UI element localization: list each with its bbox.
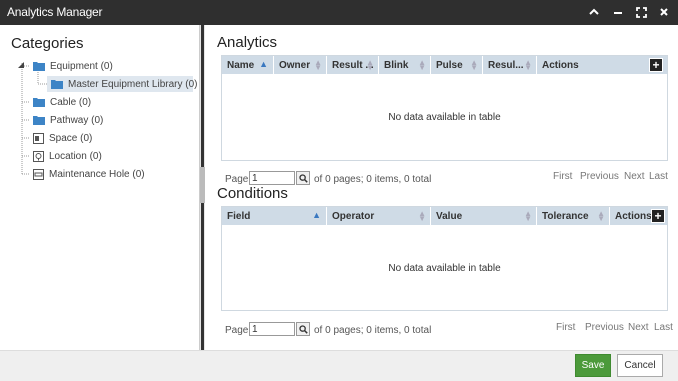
tree-item-cable[interactable]: Cable (0) [33, 94, 91, 110]
conditions-empty-message: No data available in table [388, 263, 501, 274]
sort-ascending-icon: ▲ [259, 59, 268, 69]
page-label: Page [225, 174, 249, 185]
column-header-result-1[interactable]: Result ... ▲ ▼ [327, 56, 379, 74]
column-header-result-2[interactable]: Resul... ▲ ▼ [483, 56, 537, 74]
column-header-value[interactable]: Value ▲ ▼ [431, 207, 537, 225]
pager-last-link[interactable]: Last [649, 171, 668, 182]
tree-item-label: Pathway (0) [50, 114, 104, 126]
analytics-table: Name ▲ Owner ▲ ▼ Result ... ▲ ▼ Blink ▲ ▼ P… [221, 55, 668, 161]
save-button[interactable]: Save [575, 354, 611, 377]
sort-ascending-icon: ▲ [312, 210, 321, 220]
tree-item-label: Master Equipment Library (0) [68, 78, 198, 90]
pager-first-link[interactable]: First [556, 322, 575, 333]
pager-last-link[interactable]: Last [654, 322, 673, 333]
sort-icon: ▲ ▼ [470, 58, 478, 72]
pager-summary: of 0 pages; 0 items, 0 total [314, 174, 432, 185]
add-analytic-button[interactable]: + [649, 58, 663, 72]
space-icon [33, 132, 44, 144]
chevron-up-icon[interactable] [586, 4, 602, 20]
collapse-toggle-icon[interactable] [17, 61, 26, 73]
categories-panel: Categories Equipment (0) Master Equipmen… [0, 25, 200, 350]
sort-icon: ▲ ▼ [366, 58, 374, 72]
analytics-empty-message: No data available in table [388, 112, 501, 123]
search-icon[interactable] [296, 322, 310, 336]
title-bar: Analytics Manager [0, 0, 678, 25]
pager-next-link[interactable]: Next [628, 322, 649, 333]
tree-item-label: Maintenance Hole (0) [49, 168, 145, 180]
tree-item-equipment[interactable]: Equipment (0) [33, 58, 113, 74]
splitter-grip[interactable] [200, 167, 205, 203]
close-icon[interactable] [656, 4, 672, 20]
sort-icon: ▲ ▼ [314, 58, 322, 72]
tree-item-label: Location (0) [49, 150, 102, 162]
column-header-field[interactable]: Field ▲ [222, 207, 327, 225]
pager-summary: of 0 pages; 0 items, 0 total [314, 325, 432, 336]
column-header-pulse[interactable]: Pulse ▲ ▼ [431, 56, 483, 74]
folder-icon [51, 79, 63, 89]
sort-icon: ▲ ▼ [418, 58, 426, 72]
tree-item-location[interactable]: Location (0) [33, 148, 102, 164]
page-number-input[interactable] [249, 322, 295, 336]
conditions-table-header: Field ▲ Operator ▲ ▼ Value ▲ ▼ Tolerance ▲… [222, 207, 667, 225]
tree-item-master-equipment-library[interactable]: Master Equipment Library (0) [47, 76, 198, 92]
pager-previous-link[interactable]: Previous [585, 322, 624, 333]
analytics-table-header: Name ▲ Owner ▲ ▼ Result ... ▲ ▼ Blink ▲ ▼ P… [222, 56, 667, 74]
sort-icon: ▲ ▼ [418, 209, 426, 223]
conditions-heading: Conditions [217, 185, 288, 202]
column-header-name[interactable]: Name ▲ [222, 56, 274, 74]
pager-first-link[interactable]: First [553, 171, 572, 182]
page-number-input[interactable] [249, 171, 295, 185]
tree-item-space[interactable]: Space (0) [33, 130, 92, 146]
tree-item-label: Space (0) [49, 132, 93, 144]
column-header-tolerance[interactable]: Tolerance ▲ ▼ [537, 207, 610, 225]
folder-icon [33, 115, 45, 125]
window-title: Analytics Manager [7, 5, 103, 19]
maintenance-hole-icon [33, 168, 44, 180]
column-header-blink[interactable]: Blink ▲ ▼ [379, 56, 431, 74]
column-header-operator[interactable]: Operator ▲ ▼ [327, 207, 431, 225]
tree-item-label: Cable (0) [50, 96, 92, 108]
analytics-heading: Analytics [217, 34, 278, 51]
conditions-table: Field ▲ Operator ▲ ▼ Value ▲ ▼ Tolerance ▲… [221, 206, 668, 311]
pager-next-link[interactable]: Next [624, 171, 645, 182]
pager-previous-link[interactable]: Previous [580, 171, 619, 182]
tree-item-pathway[interactable]: Pathway (0) [33, 112, 103, 128]
tree-item-maintenance-hole[interactable]: Maintenance Hole (0) [33, 166, 145, 182]
location-icon [33, 150, 44, 162]
page-label: Page [225, 325, 249, 336]
panel-splitter[interactable] [200, 25, 205, 350]
tree-item-label: Equipment (0) [50, 60, 113, 72]
minimize-icon[interactable] [610, 4, 626, 20]
cancel-button[interactable]: Cancel [617, 354, 663, 377]
maximize-icon[interactable] [633, 4, 649, 20]
sort-icon: ▲ ▼ [524, 209, 532, 223]
sort-icon: ▲ ▼ [524, 58, 532, 72]
column-header-owner[interactable]: Owner ▲ ▼ [274, 56, 327, 74]
folder-icon [33, 61, 45, 71]
search-icon[interactable] [296, 171, 310, 185]
sort-icon: ▲ ▼ [597, 209, 605, 223]
add-condition-button[interactable]: + [651, 209, 665, 223]
folder-icon [33, 97, 45, 107]
